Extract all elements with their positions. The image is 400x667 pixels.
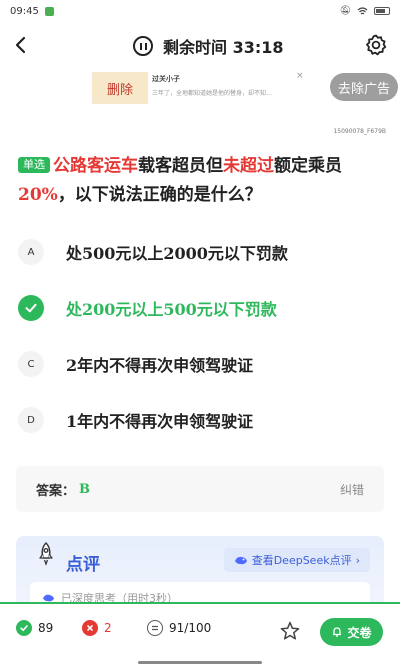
bell-icon (333, 627, 342, 637)
wifi-icon (357, 6, 368, 14)
progress-value: 91/100 (169, 621, 212, 635)
correct-count[interactable]: 89 (16, 620, 53, 636)
question-part: 20% (18, 185, 58, 205)
remove-ads-button[interactable]: 去除广告 (330, 73, 398, 101)
pause-icon[interactable] (133, 36, 153, 56)
option-text: 1年内不得再次申领驾驶证 (66, 412, 254, 431)
question-part: ，以下说法正确的是什么？ (57, 185, 262, 205)
review-title: 点评 (66, 555, 100, 575)
wrong-count[interactable]: 2 (82, 620, 112, 636)
ad-title[interactable]: 过关小子 (152, 74, 180, 84)
home-indicator (138, 661, 262, 664)
list-icon (147, 620, 163, 636)
report-error-link[interactable]: 纠错 (340, 481, 364, 498)
answer-box: 答案： B 纠错 (16, 466, 384, 512)
question-part: 未超过 (223, 156, 274, 176)
timer: 剩余时间 33:18 (133, 34, 284, 58)
question-type-badge: 单选 (18, 157, 50, 173)
check-icon (16, 620, 32, 636)
check-icon (18, 295, 44, 321)
progress-indicator[interactable]: 91/100 (147, 620, 211, 636)
notification-app-icon (44, 6, 54, 16)
option-text: 2年内不得再次申领驾驶证 (66, 356, 254, 375)
option-letter: A (18, 239, 44, 265)
wrong-count-value: 2 (104, 621, 112, 635)
star-icon[interactable] (279, 620, 301, 642)
mute-icon: 🔕︎ (339, 6, 351, 16)
submit-exam-button[interactable]: 交卷 (320, 618, 383, 646)
ad-banner: 删除 过关小子 三年了，全地都知道她是他的替身，却不知… × 去除广告 (0, 68, 400, 106)
ad-delete-button[interactable]: 删除 (92, 72, 148, 104)
question-text: 单选 公路客运车载客超员但未超过额定乘员 20%，以下说法正确的是什么？ (18, 152, 390, 210)
status-time: 09:45 (10, 5, 39, 17)
question-id: 15090078_F679B (333, 128, 386, 135)
timer-label: 剩余时间 33:18 (163, 38, 284, 57)
rocket-icon[interactable] (32, 540, 60, 568)
deepseek-review-label: 查看DeepSeek点评 (251, 554, 352, 567)
back-arrow-icon[interactable] (10, 34, 32, 56)
deepseek-whale-icon (234, 556, 247, 564)
question-part: 载客超员但 (138, 156, 223, 176)
option-d[interactable]: D 1年内不得再次申领驾驶证 (18, 402, 388, 438)
submit-label: 交卷 (347, 625, 372, 640)
question-part: 额定乘员 (274, 156, 342, 176)
gear-icon[interactable] (364, 33, 388, 57)
exam-header: 剩余时间 33:18 (0, 22, 400, 68)
option-text: 处200元以上500元以下罚款 (66, 300, 277, 319)
option-c[interactable]: C 2年内不得再次申领驾驶证 (18, 346, 388, 382)
chevron-right-icon: › (355, 553, 360, 567)
ad-close-icon[interactable]: × (296, 71, 304, 81)
option-b[interactable]: 处200元以上500元以下罚款 (18, 290, 388, 326)
option-letter: C (18, 351, 44, 377)
ad-description[interactable]: 三年了，全地都知道她是他的替身，却不知… (152, 88, 292, 97)
status-bar: 09:45 🔕︎ (0, 0, 400, 22)
correct-count-value: 89 (38, 621, 54, 635)
option-a[interactable]: A 处500元以上2000元以下罚款 (18, 234, 388, 270)
question-part: 公路客运车 (53, 156, 138, 176)
battery-icon (374, 7, 390, 15)
answer-value: B (79, 481, 91, 497)
close-icon (82, 620, 98, 636)
answer-label: 答案： (36, 483, 76, 499)
option-text: 处500元以上2000元以下罚款 (66, 244, 288, 263)
deepseek-review-button[interactable]: 查看DeepSeek点评 › (223, 548, 370, 572)
option-letter: D (18, 407, 44, 433)
status-indicators: 🔕︎ (340, 6, 390, 16)
bottom-bar: 89 2 91/100 交卷 (0, 602, 400, 658)
